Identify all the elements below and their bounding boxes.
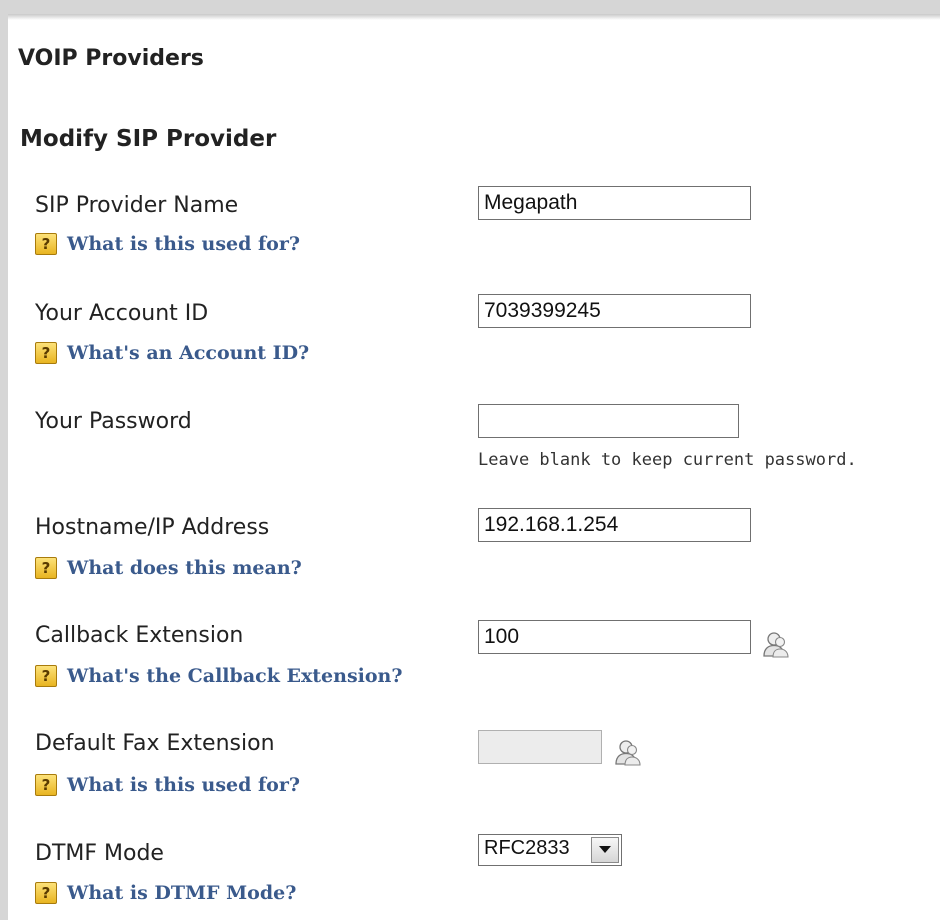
sip-provider-name-input[interactable] <box>478 186 751 220</box>
help-fax-extension[interactable]: ? What is this used for? <box>35 772 300 798</box>
help-account-id[interactable]: ? What's an Account ID? <box>35 340 309 366</box>
password-label: Your Password <box>35 409 192 434</box>
password-hint: Leave blank to keep current password. <box>478 450 857 470</box>
password-input[interactable] <box>478 404 739 438</box>
help-sip-provider-name[interactable]: ? What is this used for? <box>35 231 300 257</box>
help-link-callback-extension[interactable]: What's the Callback Extension? <box>67 665 403 687</box>
callback-extension-label: Callback Extension <box>35 623 244 648</box>
account-id-label: Your Account ID <box>35 301 209 326</box>
user-lookup-icon[interactable] <box>761 630 791 660</box>
dtmf-mode-label: DTMF Mode <box>35 841 164 866</box>
hostname-input[interactable] <box>478 508 751 542</box>
help-link-sip-provider-name[interactable]: What is this used for? <box>67 233 300 255</box>
fax-extension-label: Default Fax Extension <box>35 731 275 756</box>
dtmf-mode-selected-value: RFC2833 <box>484 837 570 859</box>
help-callback-extension[interactable]: ? What's the Callback Extension? <box>35 663 403 689</box>
callback-extension-input[interactable] <box>478 620 751 654</box>
hostname-label: Hostname/IP Address <box>35 515 270 540</box>
help-question-icon: ? <box>35 233 57 255</box>
help-hostname[interactable]: ? What does this mean? <box>35 555 302 581</box>
help-question-icon: ? <box>35 342 57 364</box>
help-link-dtmf-mode[interactable]: What is DTMF Mode? <box>67 882 296 904</box>
help-link-hostname[interactable]: What does this mean? <box>67 557 302 579</box>
help-question-icon: ? <box>35 882 57 904</box>
form-title: Modify SIP Provider <box>20 126 277 152</box>
chevron-down-icon[interactable] <box>591 837 619 863</box>
fax-extension-input <box>478 730 602 764</box>
help-question-icon: ? <box>35 774 57 796</box>
help-dtmf-mode[interactable]: ? What is DTMF Mode? <box>35 880 296 906</box>
help-link-account-id[interactable]: What's an Account ID? <box>67 342 309 364</box>
sip-provider-name-label: SIP Provider Name <box>35 193 239 218</box>
help-link-fax-extension[interactable]: What is this used for? <box>67 774 300 796</box>
help-question-icon: ? <box>35 557 57 579</box>
account-id-input[interactable] <box>478 294 751 328</box>
section-title: VOIP Providers <box>18 46 204 71</box>
help-question-icon: ? <box>35 665 57 687</box>
user-lookup-icon[interactable] <box>613 738 643 768</box>
dtmf-mode-select[interactable]: RFC2833 <box>478 834 622 866</box>
